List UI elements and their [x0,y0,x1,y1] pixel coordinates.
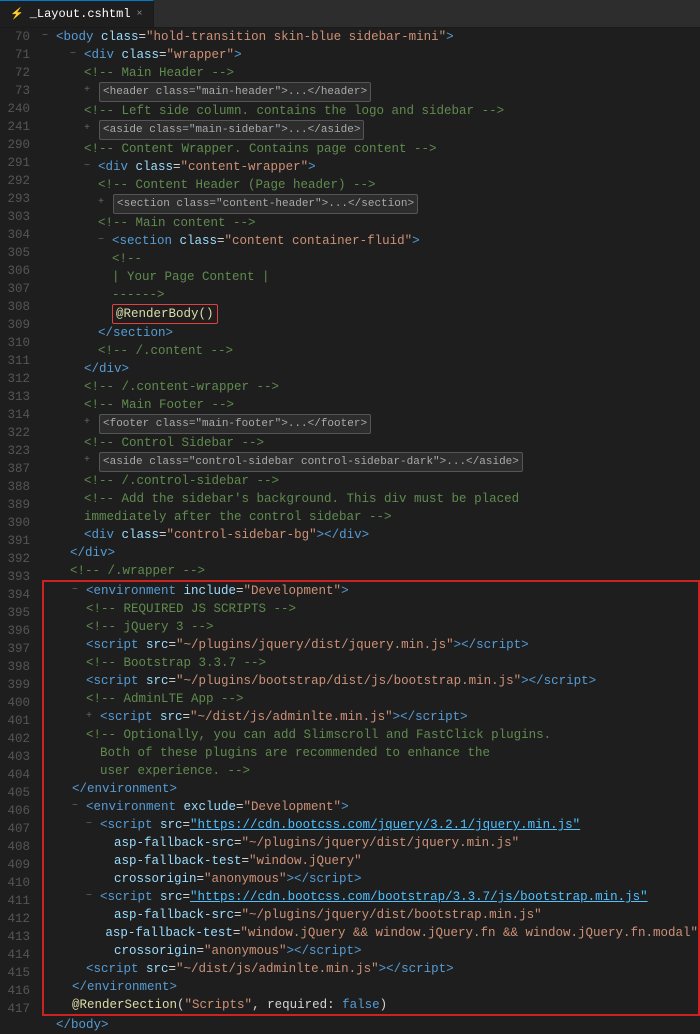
code-line: ------> [42,286,700,304]
code-line: <!-- /.content --> [42,342,700,360]
line-number-gutter: 70 71 72 73 240 241 290 291 292 293 303 … [0,28,38,1034]
tab-bar: ⚡ _Layout.cshtml × [0,0,700,28]
code-line: + <script src="~/dist/js/adminlte.min.js… [44,708,698,726]
code-line: − <section class="content container-flui… [42,232,700,250]
code-line: − <environment include="Development"> [44,582,698,600]
code-line: <!-- Content Wrapper. Contains page cont… [42,140,700,158]
code-line: − <body class="hold-transition skin-blue… [42,28,700,46]
code-line: + <header class="main-header">...</heade… [42,82,700,102]
tab-filename: _Layout.cshtml [30,7,131,21]
code-line: </section> [42,324,700,342]
code-line: <!-- /.wrapper --> [42,562,700,580]
code-line: Both of these plugins are recommended to… [44,744,698,762]
code-line: <div class="control-sidebar-bg"></div> [42,526,700,544]
code-line: + <section class="content-header">...</s… [42,194,700,214]
code-line: − <environment exclude="Development"> [44,798,698,816]
red-border-region: − <environment include="Development"> <!… [42,580,700,1016]
code-line: <!-- Optionally, you can add Slimscroll … [44,726,698,744]
code-line: @RenderSection("Scripts", required: fals… [44,996,698,1014]
code-line: − <script src="https://cdn.bootcss.com/b… [44,888,698,906]
code-line: crossorigin="anonymous"></script> [44,870,698,888]
code-line: <!-- Main content --> [42,214,700,232]
code-line: <!-- /.control-sidebar --> [42,472,700,490]
code-line: <!-- Main Header --> [42,64,700,82]
code-line: <!-- /.content-wrapper --> [42,378,700,396]
code-line: <!-- Content Header (Page header) --> [42,176,700,194]
code-line: </environment> [44,978,698,996]
code-line: | Your Page Content | [42,268,700,286]
code-line: asp-fallback-src="~/plugins/jquery/dist/… [44,906,698,924]
code-content: − <body class="hold-transition skin-blue… [38,28,700,1034]
tab-file-icon: ⚡ [10,7,24,21]
code-line: crossorigin="anonymous"></script> [44,942,698,960]
code-line: − <div class="content-wrapper"> [42,158,700,176]
code-line: <script src="~/plugins/bootstrap/dist/js… [44,672,698,690]
editor: 70 71 72 73 240 241 290 291 292 293 303 … [0,28,700,1034]
code-line: asp-fallback-src="~/plugins/jquery/dist/… [44,834,698,852]
code-line: <!-- Control Sidebar --> [42,434,700,452]
code-line: <script src="~/plugins/jquery/dist/jquer… [44,636,698,654]
tab-close-button[interactable]: × [137,9,143,20]
code-line: − <div class="wrapper"> [42,46,700,64]
code-line: + <footer class="main-footer">...</foote… [42,414,700,434]
code-line: <!-- Bootstrap 3.3.7 --> [44,654,698,672]
code-line: <!-- Add the sidebar's background. This … [42,490,700,508]
code-line: @RenderBody() [42,304,700,324]
code-line: <script src="~/dist/js/adminlte.min.js">… [44,960,698,978]
render-body-highlight: @RenderBody() [112,304,218,324]
code-line: immediately after the control sidebar --… [42,508,700,526]
code-line: asp-fallback-test="window.jQuery" [44,852,698,870]
code-line: </div> [42,360,700,378]
code-line: </div> [42,544,700,562]
code-line: <!-- Main Footer --> [42,396,700,414]
code-line: + <aside class="main-sidebar">...</aside… [42,120,700,140]
code-line: − <script src="https://cdn.bootcss.com/j… [44,816,698,834]
code-line: <!-- Left side column. contains the logo… [42,102,700,120]
code-line: asp-fallback-test="window.jQuery && wind… [44,924,698,942]
code-line: <!-- REQUIRED JS SCRIPTS --> [44,600,698,618]
code-line: </environment> [44,780,698,798]
code-line: </body> [42,1016,700,1034]
code-line: <!-- AdminLTE App --> [44,690,698,708]
code-line: <!-- jQuery 3 --> [44,618,698,636]
code-line: <!-- [42,250,700,268]
code-line: + <aside class="control-sidebar control-… [42,452,700,472]
code-line: user experience. --> [44,762,698,780]
tab-layout[interactable]: ⚡ _Layout.cshtml × [0,0,154,27]
